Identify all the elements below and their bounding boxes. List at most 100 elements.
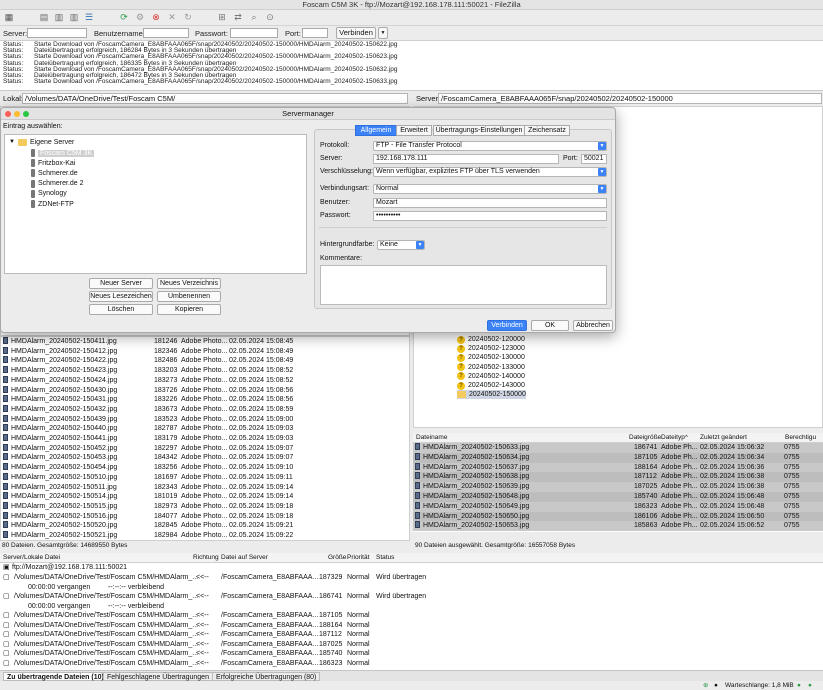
- host-input[interactable]: 192.168.178.111: [373, 154, 559, 164]
- queue-col-size[interactable]: Größe: [328, 553, 346, 563]
- zoom-dot-icon[interactable]: [23, 111, 29, 117]
- process-queue-icon[interactable]: ⚙: [134, 12, 146, 23]
- local-file-row[interactable]: HMDAlarm_20240502-150430.jpg 183726 Adobe …: [1, 385, 409, 395]
- tab-advanced[interactable]: Erweitert: [396, 125, 432, 136]
- site-entry[interactable]: ZDNet-FTP: [31, 199, 74, 209]
- remote-folder-item[interactable]: ? 20240502-133000: [457, 363, 525, 372]
- queue-row[interactable]: ▢ /Volumes/DATA/OneDrive/Test/Foscam C5M/…: [0, 630, 823, 640]
- local-file-row[interactable]: HMDAlarm_20240502-150514.jpg 181019 Adobe …: [1, 492, 409, 501]
- rename-button[interactable]: Umbenennen: [157, 291, 221, 302]
- minimize-dot-icon[interactable]: [14, 111, 20, 117]
- site-entry[interactable]: Synology: [31, 189, 67, 199]
- queue-row[interactable]: ▢ /Volumes/DATA/OneDrive/Test/Foscam C5M/…: [0, 659, 823, 669]
- qc-server-input[interactable]: [27, 28, 87, 38]
- local-file-row[interactable]: HMDAlarm_20240502-150423.jpg 183203 Adobe …: [1, 366, 409, 375]
- queue-progress-row[interactable]: 00:00:00 vergangen --:--:-- verbleibend: [0, 583, 823, 593]
- logon-type-select[interactable]: Normal ▼: [373, 184, 607, 194]
- sync-browsing-icon[interactable]: ⇄: [232, 12, 244, 23]
- remote-folder-item[interactable]: ? 20240502-130000: [457, 353, 525, 362]
- local-file-row[interactable]: HMDAlarm_20240502-150520.jpg 182845 Adobe …: [1, 521, 409, 530]
- reconnect-icon[interactable]: ↻: [182, 12, 194, 23]
- remote-file-row[interactable]: HMDAlarm_20240502-150638.jpg 187112 Adobe …: [413, 472, 823, 483]
- toggle-local-tree-icon[interactable]: ▥: [53, 12, 65, 23]
- remote-file-row[interactable]: HMDAlarm_20240502-150634.jpg 187105 Adobe …: [413, 452, 823, 463]
- qc-port-input[interactable]: [302, 28, 328, 38]
- encryption-select[interactable]: Wenn verfügbar, explizites FTP über TLS …: [373, 167, 607, 177]
- connect-button[interactable]: Verbinden: [487, 320, 527, 331]
- close-dot-icon[interactable]: [5, 111, 11, 117]
- queue-row[interactable]: ▢ /Volumes/DATA/OneDrive/Test/Foscam C5M/…: [0, 611, 823, 621]
- password-input[interactable]: ••••••••••: [373, 211, 607, 221]
- queue-row[interactable]: ▢ /Volumes/DATA/OneDrive/Test/Foscam C5M/…: [0, 649, 823, 659]
- local-file-row[interactable]: HMDAlarm_20240502-150454.jpg 183256 Adobe …: [1, 463, 409, 472]
- local-file-row[interactable]: HMDAlarm_20240502-150453.jpg 184342 Adobe …: [1, 453, 409, 462]
- col-filename[interactable]: Dateiname: [416, 433, 447, 443]
- comments-textarea[interactable]: [320, 265, 607, 305]
- tab-transfer-settings[interactable]: Übertragungs-Einstellungen: [433, 125, 525, 136]
- col-modified[interactable]: Zuletzt geändert: [700, 433, 747, 443]
- remote-file-list[interactable]: HMDAlarm_20240502-150633.jpg 186741 Adobe …: [413, 443, 823, 532]
- bg-color-select[interactable]: Keine ▼: [377, 240, 425, 250]
- local-file-row[interactable]: HMDAlarm_20240502-150521.jpg 182984 Adobe …: [1, 531, 409, 540]
- queue-row[interactable]: ▢ /Volumes/DATA/OneDrive/Test/Foscam C5M/…: [0, 592, 823, 602]
- remote-folder-item[interactable]: ? 20240502-140000: [457, 372, 525, 381]
- remote-file-row[interactable]: HMDAlarm_20240502-150650.jpg 186106 Adobe …: [413, 511, 823, 522]
- protocol-select[interactable]: FTP - File Transfer Protocol ▼: [373, 141, 607, 151]
- directory-compare-icon[interactable]: ⊞: [216, 12, 228, 23]
- local-file-row[interactable]: HMDAlarm_20240502-150411.jpg 181246 Adobe …: [1, 337, 409, 346]
- local-file-row[interactable]: HMDAlarm_20240502-150516.jpg 184077 Adobe …: [1, 511, 409, 521]
- local-file-row[interactable]: HMDAlarm_20240502-150424.jpg 183273 Adobe …: [1, 375, 409, 385]
- local-file-row[interactable]: HMDAlarm_20240502-150441.jpg 183179 Adobe …: [1, 434, 409, 443]
- queue-progress-row[interactable]: 00:00:00 vergangen --:--:-- verbleibend: [0, 602, 823, 612]
- toggle-remote-tree-icon[interactable]: ▥: [68, 12, 80, 23]
- queue-row[interactable]: ▢ /Volumes/DATA/OneDrive/Test/Foscam C5M/…: [0, 573, 823, 583]
- ok-button[interactable]: OK: [531, 320, 569, 331]
- cancel-button[interactable]: Abbrechen: [573, 320, 613, 331]
- local-file-row[interactable]: HMDAlarm_20240502-150422.jpg 182486 Adobe …: [1, 356, 409, 365]
- tab-queued[interactable]: Zu übertragende Dateien (10): [3, 672, 108, 681]
- remote-folder-item[interactable]: ? 20240502-123000: [457, 344, 525, 353]
- remote-file-row[interactable]: HMDAlarm_20240502-150633.jpg 186741 Adobe …: [413, 443, 823, 453]
- queue-row[interactable]: ▢ /Volumes/DATA/OneDrive/Test/Foscam C5M/…: [0, 640, 823, 650]
- queue-col-status[interactable]: Status: [376, 553, 394, 563]
- local-file-row[interactable]: HMDAlarm_20240502-150510.jpg 181697 Adobe …: [1, 472, 409, 482]
- copy-button[interactable]: Kopieren: [157, 304, 221, 315]
- remote-file-row[interactable]: HMDAlarm_20240502-150649.jpg 186323 Adobe …: [413, 501, 823, 512]
- tree-root[interactable]: ▼ Eigene Server: [9, 137, 74, 147]
- search-icon[interactable]: ⌕: [248, 12, 260, 23]
- remote-file-row[interactable]: HMDAlarm_20240502-150653.jpg 185863 Adobe …: [413, 521, 823, 532]
- local-file-list[interactable]: HMDAlarm_20240502-150411.jpg 181246 Adobe …: [0, 336, 410, 541]
- toggle-queue-icon[interactable]: ☰: [83, 12, 95, 23]
- cancel-icon[interactable]: ⊗: [150, 12, 162, 23]
- queue-col-remote[interactable]: Datei auf Server: [221, 553, 268, 563]
- queue-col-priority[interactable]: Priorität: [347, 553, 369, 563]
- tab-general[interactable]: Allgemein: [355, 125, 397, 136]
- new-server-button[interactable]: Neuer Server: [89, 278, 153, 289]
- transfer-queue[interactable]: ▣ ftp://Mozart@192.168.178.111:50021 ▢ /V…: [0, 563, 823, 670]
- binoculars-icon[interactable]: ⊙: [264, 12, 276, 23]
- new-folder-button[interactable]: Neues Verzeichnis: [157, 278, 221, 289]
- site-tree[interactable]: ▼ Eigene Server Foscam C5M 3K Fritzbox-Ka…: [4, 134, 307, 274]
- delete-button[interactable]: Löschen: [89, 304, 153, 315]
- site-entry[interactable]: Foscam C5M 3K: [31, 148, 95, 158]
- queue-server-row[interactable]: ▣ ftp://Mozart@192.168.178.111:50021: [0, 563, 823, 573]
- local-file-row[interactable]: HMDAlarm_20240502-150439.jpg 183523 Adobe …: [1, 414, 409, 424]
- local-file-row[interactable]: HMDAlarm_20240502-150440.jpg 182787 Adobe …: [1, 424, 409, 433]
- qc-history-dropdown[interactable]: ▼: [378, 27, 388, 39]
- site-entry[interactable]: Schmerer.de: [31, 168, 78, 178]
- message-log[interactable]: Status: Starte Download von /FoscamCamera…: [0, 41, 823, 91]
- local-file-row[interactable]: HMDAlarm_20240502-150511.jpg 182343 Adobe …: [1, 482, 409, 492]
- remote-file-row[interactable]: HMDAlarm_20240502-150639.jpg 187025 Adobe …: [413, 482, 823, 492]
- tab-charset[interactable]: Zeichensatz: [524, 125, 570, 136]
- qc-connect-button[interactable]: Verbinden: [336, 27, 376, 39]
- qc-pass-input[interactable]: [230, 28, 278, 38]
- remote-file-row[interactable]: HMDAlarm_20240502-150648.jpg 185740 Adobe …: [413, 492, 823, 502]
- site-entry[interactable]: Schmerer.de 2: [31, 179, 84, 189]
- remote-folder-item[interactable]: ? 20240502-143000: [457, 381, 525, 390]
- local-file-row[interactable]: HMDAlarm_20240502-150515.jpg 182973 Adobe …: [1, 501, 409, 511]
- local-file-row[interactable]: HMDAlarm_20240502-150432.jpg 183673 Adobe …: [1, 404, 409, 414]
- tab-successful[interactable]: Erfolgreiche Übertragungen (80): [212, 672, 321, 681]
- refresh-icon[interactable]: ⟳: [118, 12, 130, 23]
- local-file-row[interactable]: HMDAlarm_20240502-150412.jpg 182346 Adobe …: [1, 346, 409, 356]
- tab-failed[interactable]: Fehlgeschlagene Übertragungen: [103, 672, 213, 681]
